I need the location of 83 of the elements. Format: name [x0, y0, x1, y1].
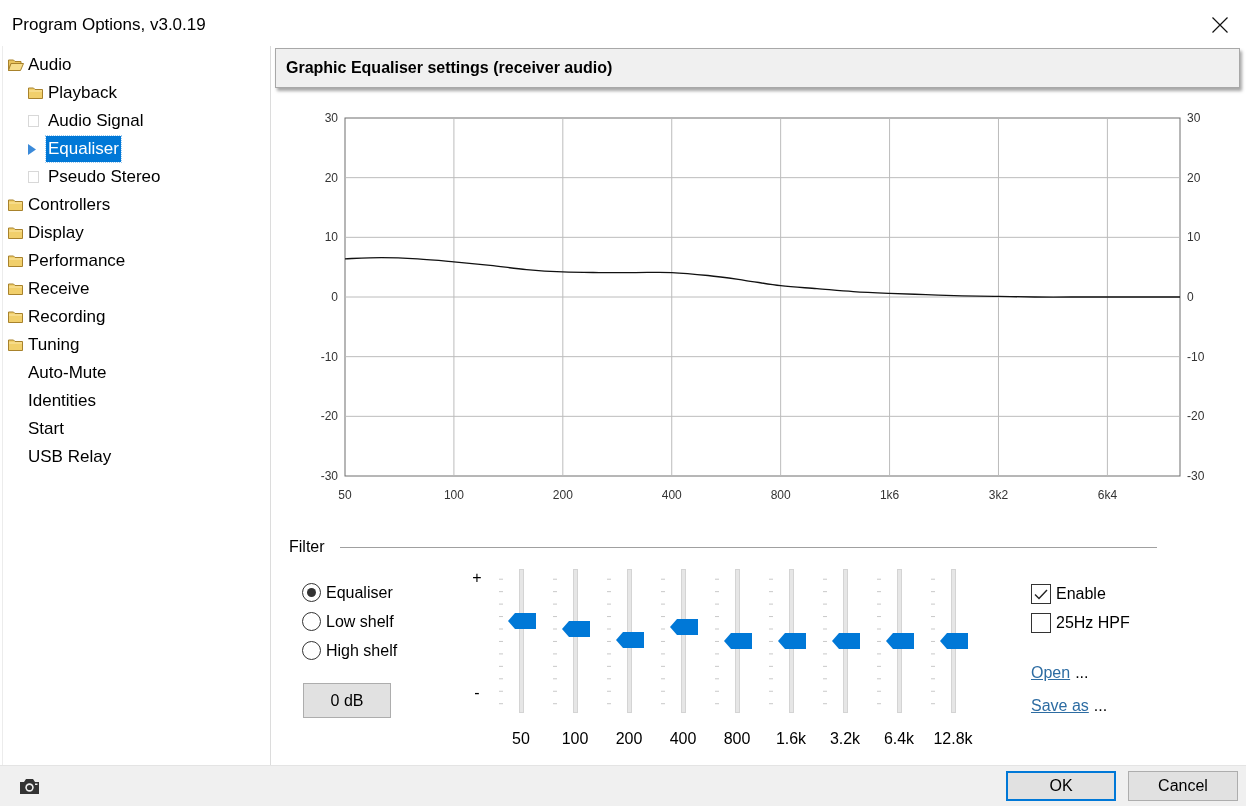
tree-item[interactable]: Identities: [26, 388, 99, 414]
checkbox-label[interactable]: 25Hz HPF: [1056, 614, 1130, 632]
slider-thumb[interactable]: [615, 631, 644, 648]
tree-item[interactable]: Display: [26, 220, 86, 246]
x-tick-label: 100: [443, 488, 464, 502]
y-tick-label: 0: [331, 290, 338, 304]
x-tick-label: 3k2: [988, 488, 1009, 502]
page-icon: [28, 171, 39, 183]
ellipsis-text: ...: [1075, 664, 1089, 682]
y-tick-label: 30: [1187, 111, 1201, 125]
x-tick-label: 200: [552, 488, 573, 502]
tree-item[interactable]: Audio: [26, 52, 74, 78]
y-tick-label: 30: [324, 111, 338, 125]
section-header: Graphic Equaliser settings (receiver audio): [275, 48, 1240, 88]
y-tick-label: -10: [320, 349, 338, 364]
slider-thumb[interactable]: [723, 633, 752, 649]
slider-thumb[interactable]: [885, 633, 914, 649]
radio-label[interactable]: Equaliser: [326, 583, 393, 602]
scale-sign: +: [472, 569, 482, 587]
camera-icon[interactable]: [19, 777, 40, 795]
radio-label[interactable]: Low shelf: [326, 612, 394, 631]
slider-thumb[interactable]: [777, 633, 806, 649]
checkbox-label[interactable]: Enable: [1056, 585, 1106, 603]
tree-item[interactable]: Audio Signal: [46, 108, 146, 134]
scale-sign: -: [474, 684, 480, 702]
y-tick-label: -30: [320, 469, 338, 483]
slider-thumb[interactable]: [561, 621, 590, 638]
band-label: 100: [560, 729, 590, 749]
y-tick-label: 20: [1187, 170, 1201, 185]
band-label: 200: [614, 729, 644, 749]
slider-thumb[interactable]: [507, 612, 536, 629]
page-icon: [28, 115, 39, 127]
y-tick-label: 0: [1187, 290, 1194, 304]
radio-button[interactable]: [302, 641, 321, 660]
file-link[interactable]: Save as: [1031, 697, 1089, 715]
dialog-button[interactable]: Cancel: [1128, 771, 1238, 801]
radio-label[interactable]: High shelf: [326, 641, 398, 660]
y-tick-label: 10: [324, 230, 338, 245]
dialog-button[interactable]: OK: [1006, 771, 1116, 801]
tree-item[interactable]: Start: [26, 416, 66, 442]
x-tick-label: 6k4: [1097, 488, 1118, 502]
tree-item[interactable]: USB Relay: [26, 444, 114, 470]
tree-item[interactable]: Pseudo Stereo: [46, 164, 163, 190]
band-label: 400: [668, 729, 698, 749]
y-tick-label: -20: [1187, 409, 1205, 424]
checkbox[interactable]: [1031, 584, 1051, 604]
x-tick-label: 50: [338, 488, 352, 502]
band-label: 800: [722, 729, 752, 749]
x-tick-label: 1k6: [879, 488, 900, 502]
slider-thumb[interactable]: [831, 633, 860, 649]
tree-item[interactable]: Auto-Mute: [26, 360, 109, 386]
radio-button[interactable]: [302, 583, 321, 602]
group-title: Filter: [289, 538, 325, 556]
check-icon: [1034, 588, 1048, 600]
y-tick-label: 10: [1187, 230, 1201, 245]
tree-item[interactable]: Tuning: [26, 332, 82, 358]
file-link[interactable]: Open: [1031, 664, 1071, 682]
band-label: 50: [511, 729, 531, 749]
band-label: 1.6k: [774, 729, 808, 749]
band-label: 3.2k: [828, 729, 862, 749]
close-icon: [1212, 16, 1228, 33]
y-tick-label: -30: [1187, 469, 1205, 483]
gain-button[interactable]: 0 dB: [303, 683, 391, 718]
x-tick-label: 800: [770, 488, 791, 502]
band-label: 12.8k: [932, 729, 974, 749]
window-title: Program Options, v3.0.19: [12, 14, 206, 35]
y-tick-label: 20: [324, 170, 338, 185]
band-label: 6.4k: [882, 729, 916, 749]
triangle-arrow-icon: [28, 143, 36, 155]
tree-item[interactable]: Playback: [46, 80, 119, 106]
tree-item[interactable]: Controllers: [26, 192, 113, 218]
radio-button[interactable]: [302, 612, 321, 631]
tree-item[interactable]: Receive: [26, 276, 92, 302]
tree-item[interactable]: Equaliser: [46, 136, 121, 162]
ellipsis-text: ...: [1093, 697, 1108, 715]
tree-item[interactable]: Recording: [26, 304, 108, 330]
y-tick-label: -20: [320, 409, 338, 424]
checkbox[interactable]: [1031, 613, 1051, 633]
slider-thumb[interactable]: [669, 618, 698, 635]
x-tick-label: 400: [661, 488, 682, 502]
y-tick-label: -10: [1187, 349, 1205, 364]
slider-thumb[interactable]: [939, 633, 968, 649]
tree-item[interactable]: Performance: [26, 248, 128, 274]
